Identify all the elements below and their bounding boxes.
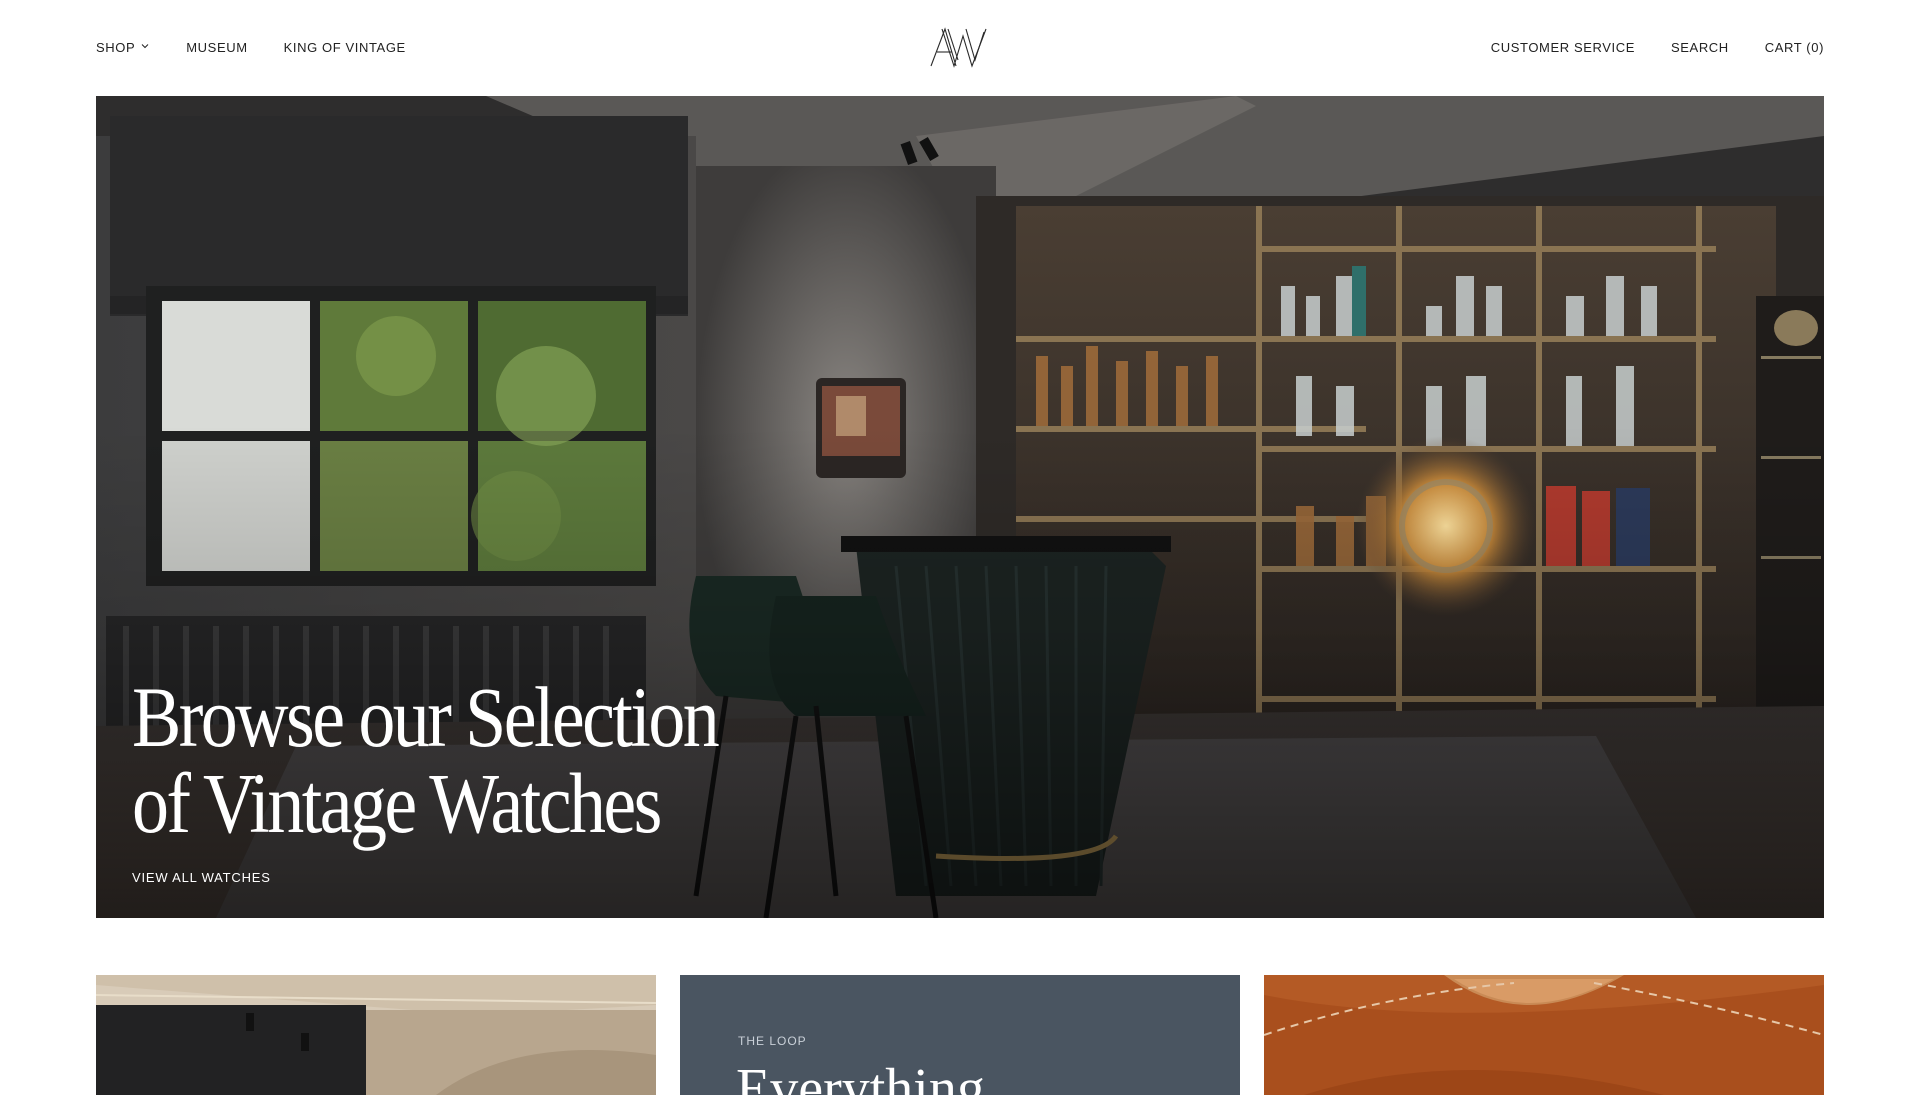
card-heading: Everything	[736, 1058, 985, 1095]
hero-banner[interactable]: Browse our Selection of Vintage Watches …	[96, 96, 1824, 918]
primary-nav: SHOP MUSEUM KING OF VINTAGE	[96, 40, 442, 56]
feature-card-interior[interactable]	[96, 975, 656, 1095]
nav-museum[interactable]: MUSEUM	[186, 40, 247, 56]
hero-title-line-2: of Vintage Watches	[132, 755, 662, 851]
leather-image	[1264, 975, 1824, 1095]
nav-shop-label: SHOP	[96, 40, 136, 55]
aw-monogram-icon	[930, 27, 987, 68]
feature-card-the-loop[interactable]: THE LOOP Everything	[680, 975, 1240, 1095]
nav-search[interactable]: SEARCH	[1671, 40, 1729, 56]
card-eyebrow: THE LOOP	[738, 1034, 807, 1048]
site-header: SHOP MUSEUM KING OF VINTAGE CUSTOMER SER…	[0, 0, 1920, 96]
interior-image	[96, 975, 656, 1095]
nav-cart[interactable]: CART (0)	[1765, 40, 1824, 56]
utility-nav: CUSTOMER SERVICE SEARCH CART (0)	[1455, 40, 1824, 56]
view-all-watches-link[interactable]: VIEW ALL WATCHES	[132, 870, 271, 885]
hero-title-line-1: Browse our Selection	[132, 669, 720, 765]
feature-card-leather[interactable]	[1264, 975, 1824, 1095]
brand-logo[interactable]	[928, 26, 992, 68]
chevron-down-icon	[141, 44, 149, 49]
nav-king-of-vintage[interactable]: KING OF VINTAGE	[284, 40, 406, 56]
nav-shop[interactable]: SHOP	[96, 40, 150, 56]
nav-customer-service[interactable]: CUSTOMER SERVICE	[1491, 40, 1635, 56]
hero-title: Browse our Selection of Vintage Watches	[132, 674, 786, 846]
